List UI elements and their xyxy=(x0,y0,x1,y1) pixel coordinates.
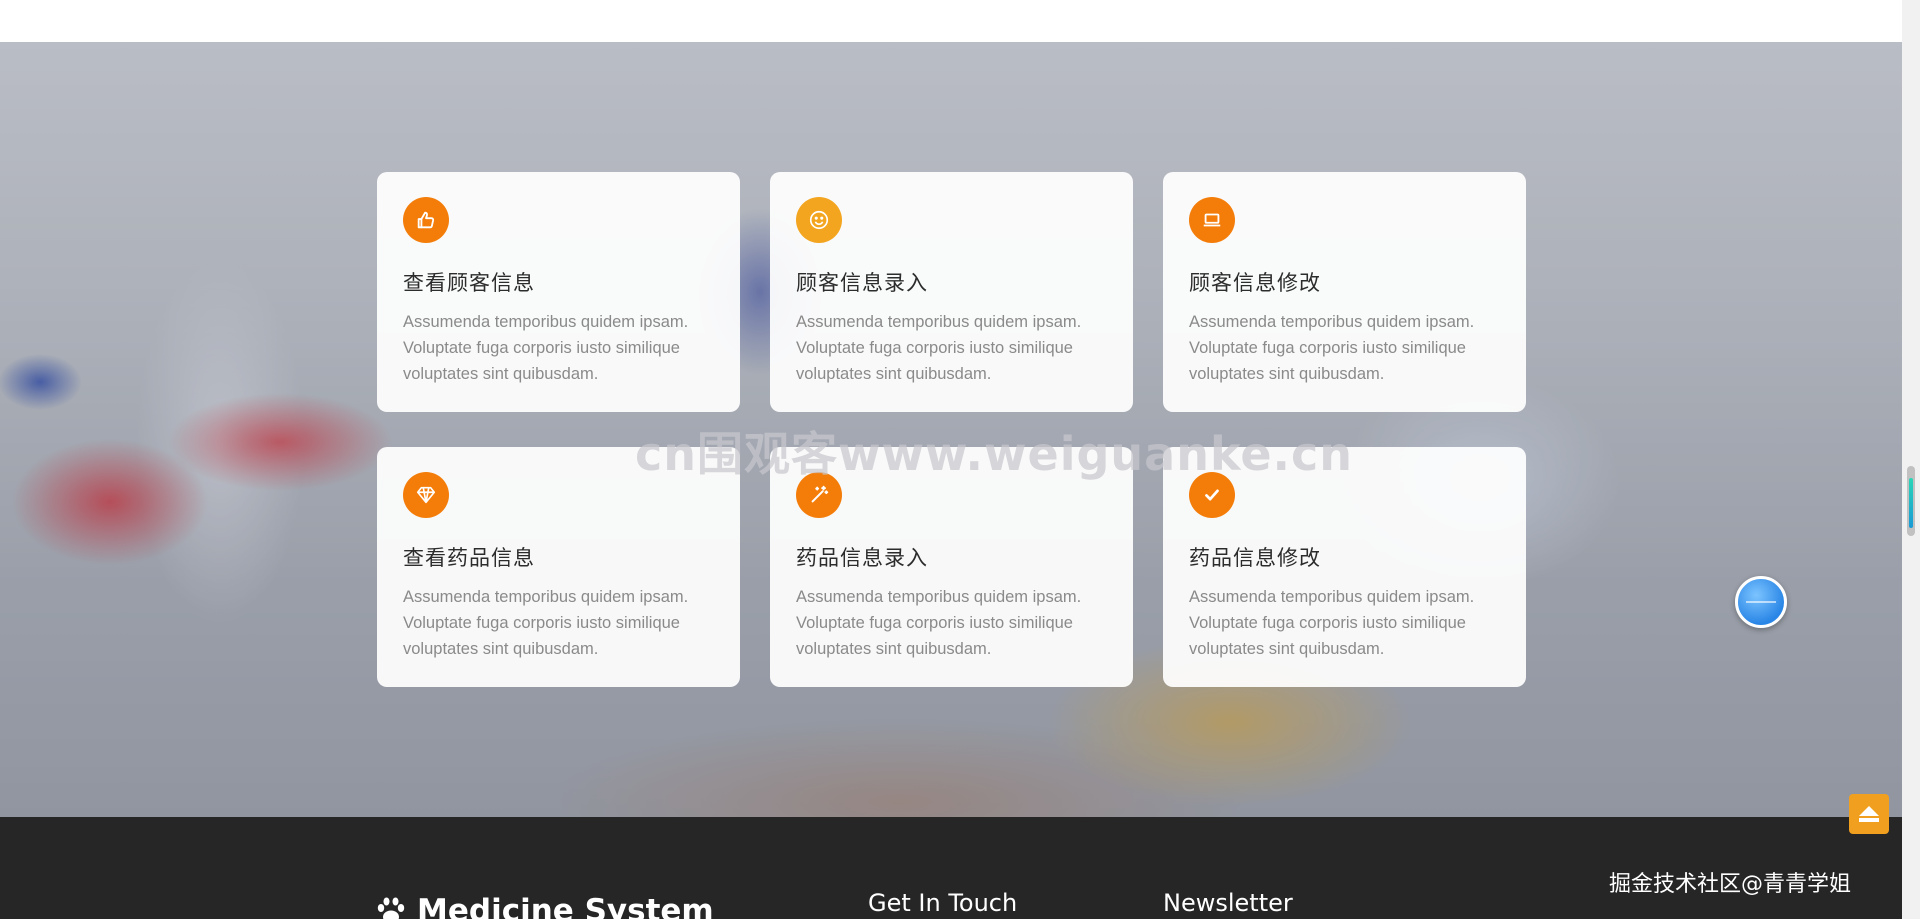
feature-description: Assumenda temporibus quidem ipsam. Volup… xyxy=(403,588,689,658)
eject-up-icon xyxy=(1859,806,1879,822)
brand-name: Medicine System xyxy=(417,893,714,919)
feature-title: 顾客信息修改 xyxy=(1189,271,1321,295)
footer-brand[interactable]: Medicine System xyxy=(373,893,714,919)
feature-description: Assumenda temporibus quidem ipsam. Volup… xyxy=(796,313,1082,383)
feature-title: 药品信息录入 xyxy=(796,546,928,570)
back-to-top-button[interactable] xyxy=(1849,794,1889,834)
get-in-touch-heading: Get In Touch xyxy=(868,889,1018,917)
feature-description: Assumenda temporibus quidem ipsam. Volup… xyxy=(796,588,1082,658)
watermark-text: cn围观客www.weiguanke.cn xyxy=(635,427,1354,481)
feature-description: Assumenda temporibus quidem ipsam. Volup… xyxy=(1189,313,1475,383)
laptop-icon xyxy=(1189,197,1235,243)
feature-title: 查看顾客信息 xyxy=(403,271,535,295)
feature-card-add-customer[interactable]: 顾客信息录入 Assumenda temporibus quidem ipsam… xyxy=(770,172,1133,412)
feature-description: Assumenda temporibus quidem ipsam. Volup… xyxy=(403,313,689,383)
top-strip xyxy=(0,0,1902,42)
paw-icon xyxy=(377,897,405,919)
attribution-watermark: 掘金技术社区@青青学姐 xyxy=(1609,872,1852,897)
smile-icon xyxy=(796,197,842,243)
feature-title: 顾客信息录入 xyxy=(796,271,928,295)
floating-assistant-button[interactable] xyxy=(1735,576,1787,628)
feature-title: 药品信息修改 xyxy=(1189,546,1321,570)
diamond-icon xyxy=(403,472,449,518)
scrollbar-accent xyxy=(1909,478,1913,528)
thumbs-up-icon xyxy=(403,197,449,243)
feature-description: Assumenda temporibus quidem ipsam. Volup… xyxy=(1189,588,1475,658)
page: 查看顾客信息 Assumenda temporibus quidem ipsam… xyxy=(0,0,1920,919)
newsletter-heading: Newsletter xyxy=(1163,889,1293,917)
feature-title: 查看药品信息 xyxy=(403,546,535,570)
feature-card-edit-customer[interactable]: 顾客信息修改 Assumenda temporibus quidem ipsam… xyxy=(1163,172,1526,412)
feature-card-view-customers[interactable]: 查看顾客信息 Assumenda temporibus quidem ipsam… xyxy=(377,172,740,412)
page-scrollbar[interactable] xyxy=(1902,0,1920,919)
